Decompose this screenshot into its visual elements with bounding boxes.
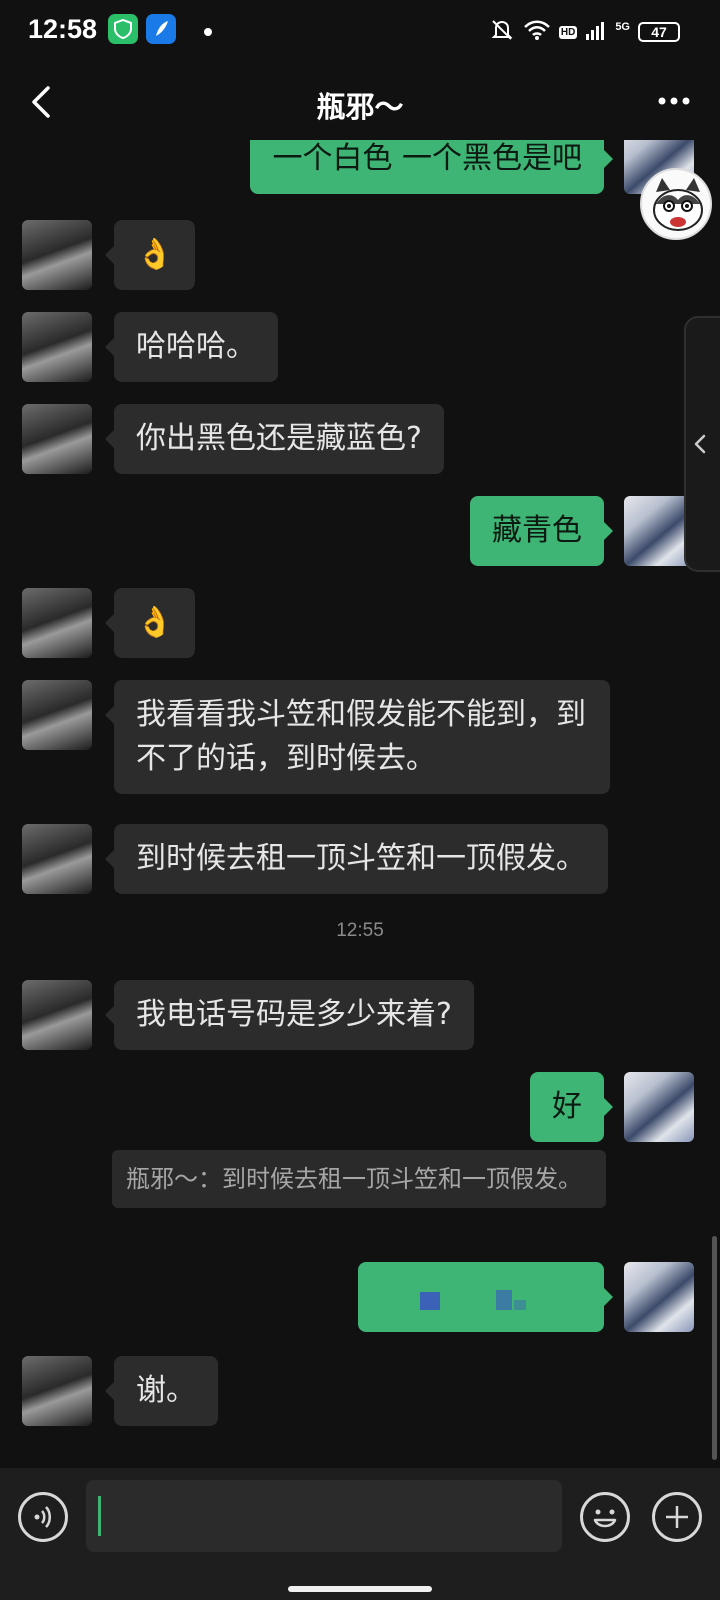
battery-indicator: 47 xyxy=(638,22,680,42)
contact-avatar[interactable] xyxy=(22,1356,92,1426)
chevron-left-icon xyxy=(694,434,706,454)
status-time: 12:58 xyxy=(28,14,98,44)
contact-avatar[interactable] xyxy=(22,588,92,658)
message-bubble-received[interactable]: 你出黑色还是藏蓝色? xyxy=(105,404,444,474)
contact-avatar[interactable] xyxy=(22,404,92,474)
signal-icon xyxy=(585,19,607,45)
shield-app-icon xyxy=(108,14,138,44)
home-indicator[interactable] xyxy=(288,1586,432,1592)
message-bubble-sent[interactable]: 好 xyxy=(530,1072,613,1142)
message-bubble-received[interactable]: 👌 xyxy=(104,588,196,658)
chat-title: 瓶邪～ xyxy=(316,90,404,124)
scrollbar[interactable] xyxy=(712,1236,717,1460)
message-bubble-received[interactable]: 到时候去租一顶斗笠和一顶假发。 xyxy=(105,824,608,894)
voice-icon xyxy=(34,1506,51,1528)
plus-icon xyxy=(666,1506,688,1528)
feather-app-icon xyxy=(146,14,176,44)
voice-button[interactable] xyxy=(18,1492,68,1542)
contact-avatar[interactable] xyxy=(22,980,92,1050)
status-icons: HD 5G 47 xyxy=(489,18,680,46)
plus-button[interactable] xyxy=(652,1492,702,1542)
contact-avatar[interactable] xyxy=(22,824,92,894)
input-bar xyxy=(0,1468,720,1600)
network-type: 5G xyxy=(615,21,630,33)
chat-header: 瓶邪～ xyxy=(0,64,720,140)
message-bubble-sent[interactable] xyxy=(358,1262,613,1332)
message-bubble-sent[interactable]: 一个白色 一个黑色是吧 xyxy=(250,140,613,194)
message-timestamp: 12:55 xyxy=(336,920,384,941)
notification-dot xyxy=(204,28,212,36)
text-cursor xyxy=(98,1496,101,1536)
message-bubble-received[interactable]: 谢。 xyxy=(105,1356,218,1426)
message-list[interactable]: 一个白色 一个黑色是吧 👌 哈哈哈。 你出黑色还是藏蓝色? 藏青色 👌 我看看我… xyxy=(0,140,720,1468)
mute-bell-icon xyxy=(489,17,515,47)
redacted-pixel xyxy=(420,1292,440,1310)
status-bar: 12:58 HD 5G 47 xyxy=(0,0,720,64)
emoji-icon xyxy=(593,1509,617,1528)
redacted-pixel xyxy=(496,1290,512,1310)
wifi-icon xyxy=(523,19,551,45)
message-bubble-received[interactable]: 我电话号码是多少来着? xyxy=(105,980,474,1050)
my-avatar[interactable] xyxy=(624,1072,694,1142)
quoted-message[interactable]: 瓶邪～：到时候去租一顶斗笠和一顶假发。 xyxy=(112,1150,606,1208)
message-input[interactable] xyxy=(86,1480,562,1552)
emoji-button[interactable] xyxy=(580,1492,630,1542)
contact-avatar[interactable] xyxy=(22,220,92,290)
more-button[interactable] xyxy=(654,86,694,116)
message-bubble-received[interactable]: 👌 xyxy=(104,220,196,290)
message-bubble-received[interactable]: 哈哈哈。 xyxy=(105,312,278,382)
redacted-pixel xyxy=(514,1300,526,1310)
more-icon xyxy=(658,97,690,105)
hd-badge: HD xyxy=(558,25,578,39)
side-drawer-handle[interactable] xyxy=(684,316,720,572)
contact-avatar[interactable] xyxy=(22,312,92,382)
my-avatar[interactable] xyxy=(624,1262,694,1332)
contact-avatar[interactable] xyxy=(22,680,92,750)
floating-overlay-button[interactable] xyxy=(640,168,712,240)
message-bubble-sent[interactable]: 藏青色 xyxy=(470,496,613,566)
message-bubble-received[interactable]: 我看看我斗笠和假发能不能到，到不了的话，到时候去。 xyxy=(105,680,610,794)
